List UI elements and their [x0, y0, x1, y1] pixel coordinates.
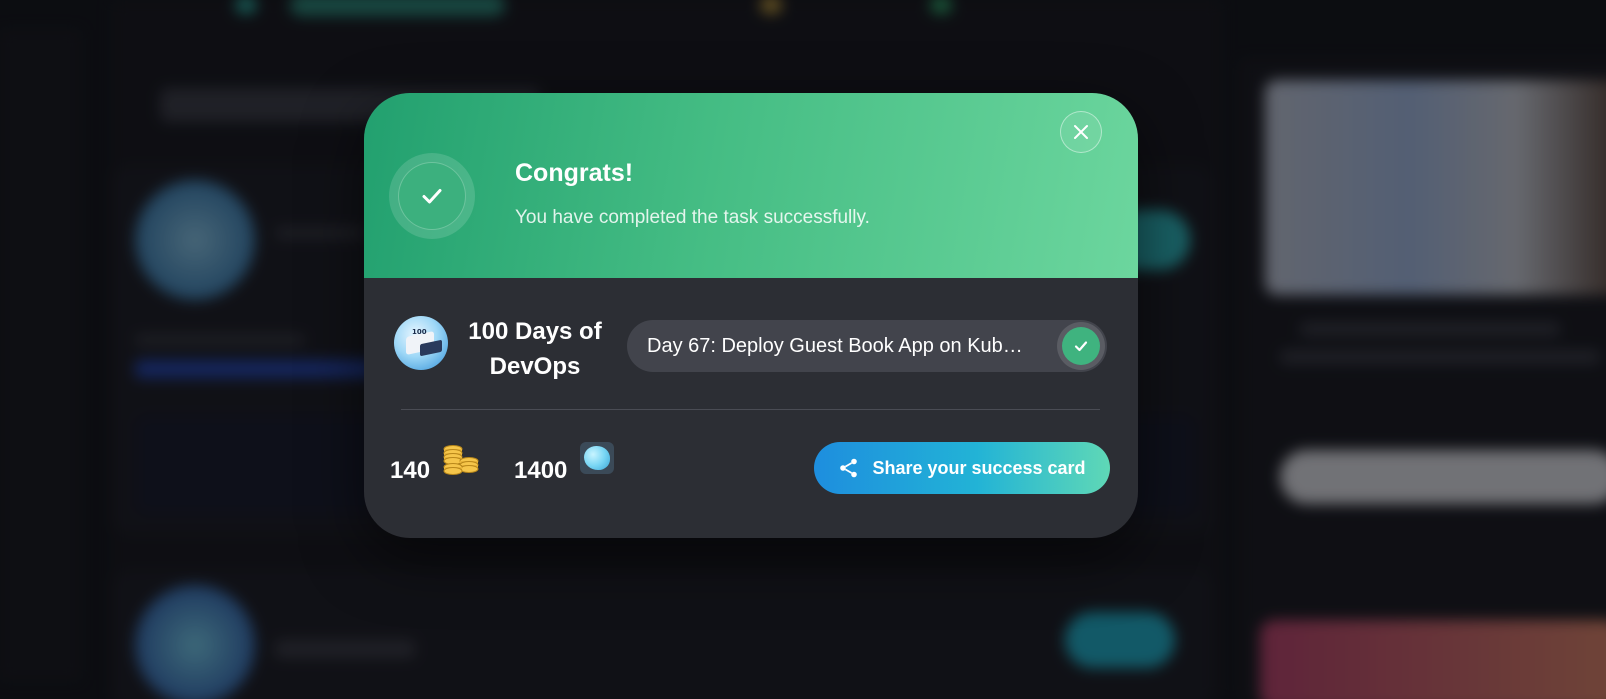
course-logo-icon: 100 — [394, 316, 448, 370]
success-badge — [389, 153, 475, 239]
coins-value: 140 — [390, 457, 431, 484]
gem-icon — [580, 442, 614, 474]
check-icon — [1074, 341, 1088, 352]
modal-title: Congrats! — [515, 159, 634, 187]
share-icon — [840, 458, 858, 478]
course-name: 100 Days of DevOps — [468, 318, 602, 380]
success-modal: Congrats! You have completed the task su… — [364, 93, 1138, 538]
close-icon — [1074, 125, 1088, 139]
share-success-card-button[interactable]: Share your success card — [814, 442, 1110, 494]
check-icon — [422, 189, 442, 204]
task-status — [1057, 322, 1105, 370]
modal-subtitle: You have completed the task successfully… — [515, 207, 870, 228]
course-row: 100 100 Days of DevOps Day 67: Deploy Gu… — [364, 278, 1138, 410]
course-logo-badge: 100 — [412, 328, 427, 336]
modal-header: Congrats! You have completed the task su… — [364, 93, 1138, 278]
rewards-row: 140 1400 Share your success card — [364, 423, 1138, 513]
coins-icon — [443, 445, 479, 475]
share-button-label: Share your success card — [872, 457, 1086, 478]
divider — [401, 409, 1100, 410]
close-button[interactable] — [1060, 111, 1102, 153]
gems-value: 1400 — [514, 457, 568, 484]
task-label: Day 67: Deploy Guest Book App on Kuberne… — [647, 335, 1032, 357]
task-pill: Day 67: Deploy Guest Book App on Kuberne… — [627, 320, 1107, 372]
